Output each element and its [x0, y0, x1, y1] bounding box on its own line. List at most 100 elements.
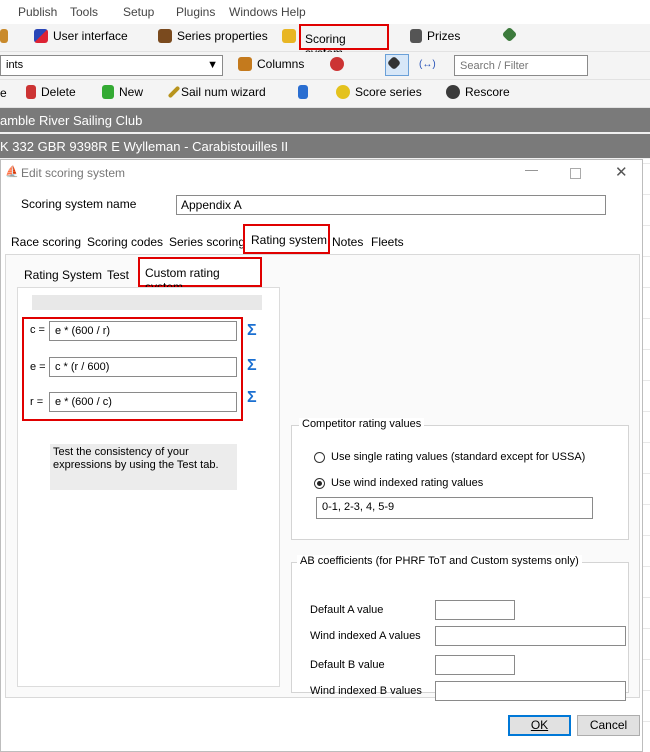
subtab-test[interactable]: Test: [107, 268, 129, 282]
wind-rating-option[interactable]: Use wind indexed rating values: [314, 477, 483, 489]
new-label: New: [119, 85, 144, 99]
wind-rating-radio[interactable]: [314, 477, 325, 489]
partial-label: e: [0, 86, 7, 100]
sort-arrows-icon[interactable]: [298, 85, 308, 99]
tab-series-scoring[interactable]: Series scoring: [169, 235, 245, 249]
default-b-input[interactable]: [435, 655, 515, 675]
competitor-rating-legend: Competitor rating values: [299, 418, 425, 430]
eraser-toggle[interactable]: [385, 54, 409, 76]
series-properties-button[interactable]: Series properties: [158, 29, 268, 43]
ok-button[interactable]: OK: [508, 715, 571, 736]
toolbar-actions: e Delete New Sail num wizard Score serie…: [0, 80, 650, 108]
wind-rating-label: Use wind indexed rating values: [331, 477, 484, 489]
custom-rating-subpanel: c = e * (600 / r) Σ e = c * (r / 600) Σ …: [17, 287, 280, 687]
score-series-button[interactable]: Score series: [336, 85, 422, 99]
series-properties-label: Series properties: [177, 29, 268, 43]
ab-coefficients-group: AB coefficients (for PHRF ToT and Custom…: [291, 555, 629, 701]
edit-scoring-system-dialog: ⛵ Edit scoring system — ✕ Scoring system…: [0, 159, 643, 752]
link-icon[interactable]: (↔): [419, 59, 436, 70]
subtab-custom-rating-system[interactable]: Custom rating system: [138, 257, 262, 294]
columns-button[interactable]: Columns: [238, 57, 304, 71]
single-rating-radio[interactable]: [314, 451, 325, 463]
layers-icon[interactable]: [501, 26, 518, 43]
wind-a-label: Wind indexed A values: [310, 630, 421, 642]
prizes-button[interactable]: Prizes: [410, 29, 460, 43]
sigma-c-icon[interactable]: Σ: [247, 322, 257, 340]
dialog-app-icon: ⛵: [5, 166, 19, 178]
toolbar-view: ints ▼ Columns × (↔): [0, 52, 650, 123]
cancel-label: Cancel: [589, 718, 628, 732]
formula-r-input[interactable]: e * (600 / c): [49, 392, 237, 412]
tab-fleets[interactable]: Fleets: [371, 235, 404, 249]
default-a-input[interactable]: [435, 600, 515, 620]
scoring-system-name-input[interactable]: Appendix A: [176, 195, 606, 215]
rescore-button[interactable]: Rescore: [446, 85, 510, 99]
boat-band: K 332 GBR 9398R E Wylleman - Carabistoui…: [0, 134, 650, 158]
tab-scoring-codes[interactable]: Scoring codes: [87, 235, 163, 249]
score-series-label: Score series: [355, 85, 422, 99]
subtab-rating-system[interactable]: Rating System: [24, 268, 102, 282]
new-button[interactable]: New: [102, 85, 143, 99]
trophy-icon: [410, 29, 422, 43]
partial-icon[interactable]: [0, 29, 8, 43]
wind-b-input[interactable]: [435, 681, 626, 701]
dialog-title: Edit scoring system: [21, 166, 126, 180]
sigma-r-icon[interactable]: Σ: [247, 389, 257, 407]
default-b-label: Default B value: [310, 659, 385, 671]
formula-e-input[interactable]: c * (r / 600): [49, 357, 237, 377]
wind-a-input[interactable]: [435, 626, 626, 646]
maximize-icon[interactable]: [570, 168, 581, 179]
sail-num-wizard-button[interactable]: Sail num wizard: [167, 85, 266, 99]
filter-dropdown-icon: ▼: [207, 59, 218, 71]
wind-index-input[interactable]: 0-1, 2-3, 4, 5-9: [316, 497, 593, 519]
sigma-e-icon[interactable]: Σ: [247, 357, 257, 375]
formula-c-value: e * (600 / r): [55, 325, 111, 337]
delete-label: Delete: [41, 85, 76, 99]
ab-coefficients-legend: AB coefficients (for PHRF ToT and Custom…: [297, 555, 582, 567]
formula-c-label: c =: [30, 324, 45, 336]
cancel-button[interactable]: Cancel: [577, 715, 640, 736]
new-icon: [102, 85, 114, 99]
wand-icon: [167, 85, 181, 99]
scoring-system-name-label: Scoring system name: [21, 197, 137, 211]
tab-rating-system-label: Rating system: [251, 233, 328, 247]
minimize-icon[interactable]: —: [525, 162, 538, 177]
formula-c-input[interactable]: e * (600 / r): [49, 321, 237, 341]
score-series-icon: [336, 85, 350, 99]
competitor-rating-group: Competitor rating values Use single rati…: [291, 418, 629, 540]
scoring-system-name-value: Appendix A: [181, 198, 242, 212]
rescore-icon: [446, 85, 460, 99]
books-icon: [158, 29, 172, 43]
single-rating-option[interactable]: Use single rating values (standard excep…: [314, 451, 585, 463]
delete-button[interactable]: Delete: [26, 85, 76, 99]
scoring-system-button[interactable]: Scoring system: [299, 24, 389, 60]
menu-plugins[interactable]: Plugins: [176, 5, 215, 19]
tab-notes[interactable]: Notes: [332, 235, 363, 249]
sail-num-wizard-label: Sail num wizard: [181, 85, 266, 99]
close-icon[interactable]: ✕: [615, 163, 628, 181]
club-band: amble River Sailing Club: [0, 108, 650, 132]
delete-icon: [26, 85, 36, 99]
menu-tools[interactable]: Tools: [70, 5, 98, 19]
default-a-label: Default A value: [310, 604, 384, 616]
prizes-label: Prizes: [427, 29, 461, 43]
club-name: amble River Sailing Club: [0, 113, 143, 128]
search-filter-input[interactable]: [454, 55, 588, 76]
menu-windows-help[interactable]: Windows Help: [229, 5, 306, 19]
menu-publish[interactable]: Publish: [18, 5, 57, 19]
formula-e-label: e =: [30, 361, 46, 373]
menu-bar: Publish Tools Setup Plugins Windows Help: [0, 0, 650, 24]
columns-icon: [238, 57, 252, 71]
tab-race-scoring[interactable]: Race scoring: [11, 235, 81, 249]
formula-e-value: c * (r / 600): [55, 361, 110, 373]
columns-label: Columns: [257, 57, 305, 71]
user-interface-button[interactable]: User interface: [34, 29, 128, 43]
tab-rating-system[interactable]: Rating system: [243, 224, 330, 254]
menu-setup[interactable]: Setup: [123, 5, 154, 19]
toolbar-main: User interface Series properties Scoring…: [0, 24, 650, 60]
formula-r-label: r =: [30, 396, 44, 408]
tag-icon[interactable]: [330, 57, 344, 71]
hint-text: Test the consistency of your expressions…: [53, 446, 219, 471]
points-dropdown[interactable]: ints ▼: [0, 55, 223, 76]
ok-label: OK: [530, 718, 549, 732]
